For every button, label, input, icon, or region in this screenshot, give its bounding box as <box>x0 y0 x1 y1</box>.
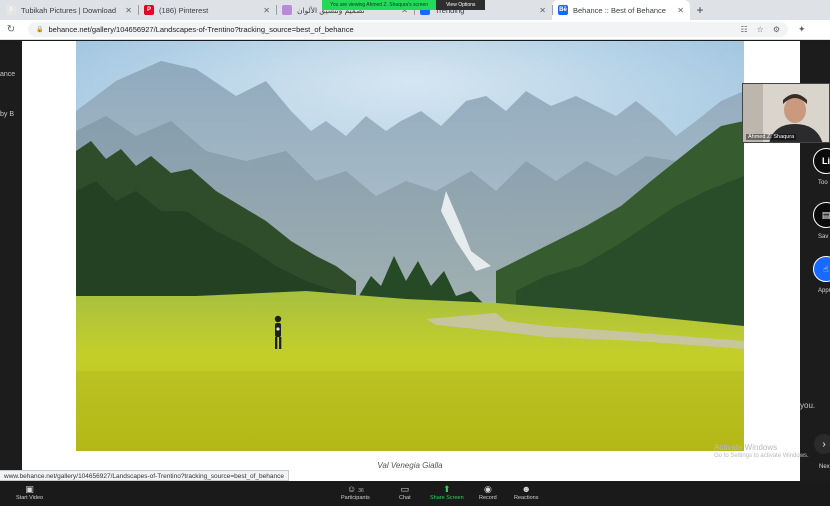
address-bar[interactable]: 🔒 behance.net/gallery/104656927/Landscap… <box>28 22 788 37</box>
background-text: ance <box>0 71 16 78</box>
tab-close-icon[interactable]: ✕ <box>539 6 546 15</box>
activate-windows-watermark: Activate Windows Go to Settings to activ… <box>714 443 809 459</box>
record-icon: ◉ <box>483 484 492 494</box>
browser-tab[interactable]: Bē Behance :: Best of Behance ✕ <box>552 0 690 20</box>
zoom-toolbar: ▣ Start Video ☺ 36 Participants ▭ Chat ⬆ … <box>0 481 830 506</box>
folder-icon: ▤ <box>821 209 830 220</box>
video-camera-off-icon: ▣ <box>25 484 34 494</box>
tab-title: (186) Pinterest <box>159 5 209 15</box>
browser-tab[interactable]: P (186) Pinterest ✕ <box>138 0 276 20</box>
tab-title: Behance :: Best of Behance <box>573 5 666 15</box>
tab-close-icon[interactable]: ✕ <box>263 6 270 15</box>
share-screen-button[interactable]: ⬆ Share Screen <box>430 483 464 501</box>
participants-button[interactable]: ☺ 36 Participants <box>341 483 370 501</box>
next-project-button[interactable]: › <box>814 434 830 454</box>
status-bar-url: www.behance.net/gallery/104656927/Landsc… <box>0 470 289 481</box>
translate-icon[interactable]: ☷ <box>740 25 747 34</box>
chat-bubble-icon: ▭ <box>400 484 410 494</box>
reactions-icon: ☻ <box>521 484 531 494</box>
address-url: behance.net/gallery/104656927/Landscapes… <box>48 25 354 34</box>
thumbs-up-icon: ☝ <box>823 263 829 274</box>
chat-button[interactable]: ▭ Chat <box>399 483 411 501</box>
browser-toolbar: ↻ 🔒 behance.net/gallery/104656927/Landsc… <box>0 20 830 40</box>
record-button[interactable]: ◉ Record <box>479 483 497 501</box>
bookmark-star-icon[interactable]: ☆ <box>757 25 764 34</box>
rail-label: Too <box>818 180 828 186</box>
web-page: ance by B Val Venegia Gialla <box>0 41 830 481</box>
project-image[interactable] <box>76 41 744 451</box>
lock-icon[interactable]: 🔒 <box>36 26 43 33</box>
landscape-photo <box>76 41 744 451</box>
next-label: Nex <box>819 464 830 470</box>
tab-close-icon[interactable]: ✕ <box>125 6 132 15</box>
background-text: you. <box>800 401 816 410</box>
new-tab-button[interactable]: + <box>690 0 710 20</box>
share-banner-message: You are viewing Ahmed Z. Shaqura's scree… <box>322 0 437 10</box>
tab-favicon-icon: Bē <box>558 5 568 15</box>
zoom-share-banner: You are viewing Ahmed Z. Shaqura's scree… <box>322 0 486 10</box>
rail-label: Sav <box>818 234 829 240</box>
tab-title: Tubikah Pictures | Download <box>21 5 117 15</box>
start-video-button[interactable]: ▣ Start Video <box>16 483 43 501</box>
view-options-button[interactable]: View Options <box>436 0 486 10</box>
tab-favicon-icon: t <box>6 5 16 15</box>
tab-close-icon[interactable]: ✕ <box>677 6 684 15</box>
puzzle-icon[interactable]: ✦ <box>798 24 806 35</box>
participants-count: 36 <box>358 488 364 494</box>
extension-icon[interactable]: ⚙ <box>773 25 780 34</box>
chevron-right-icon: › <box>822 438 826 450</box>
background-text: by B <box>0 111 15 118</box>
browser-tab[interactable]: t Tubikah Pictures | Download ✕ <box>0 0 138 20</box>
background-page-left: ance by B <box>0 41 22 481</box>
screen: t Tubikah Pictures | Download ✕ P (186) Pint… <box>0 0 830 506</box>
reload-icon[interactable]: ↻ <box>0 24 22 35</box>
presenter-name: Ahmed Z. Shaqura <box>746 134 797 140</box>
project-modal: Val Venegia Gialla <box>22 41 800 481</box>
activate-subtitle: Go to Settings to activate Windows. <box>714 453 809 459</box>
rail-label: Appre <box>818 288 830 294</box>
reactions-button[interactable]: ☻ Reactions <box>514 483 538 501</box>
activate-title: Activate Windows <box>714 443 778 452</box>
presenter-video-tile[interactable]: Ahmed Z. Shaqura <box>742 83 830 143</box>
image-caption: Val Venegia Gialla <box>377 461 443 470</box>
participants-icon: ☺ 36 <box>346 484 364 494</box>
tab-favicon-icon <box>282 5 292 15</box>
tab-favicon-icon: P <box>144 5 154 15</box>
toolbox-icon: Li <box>822 156 830 166</box>
share-screen-icon: ⬆ <box>443 484 451 494</box>
